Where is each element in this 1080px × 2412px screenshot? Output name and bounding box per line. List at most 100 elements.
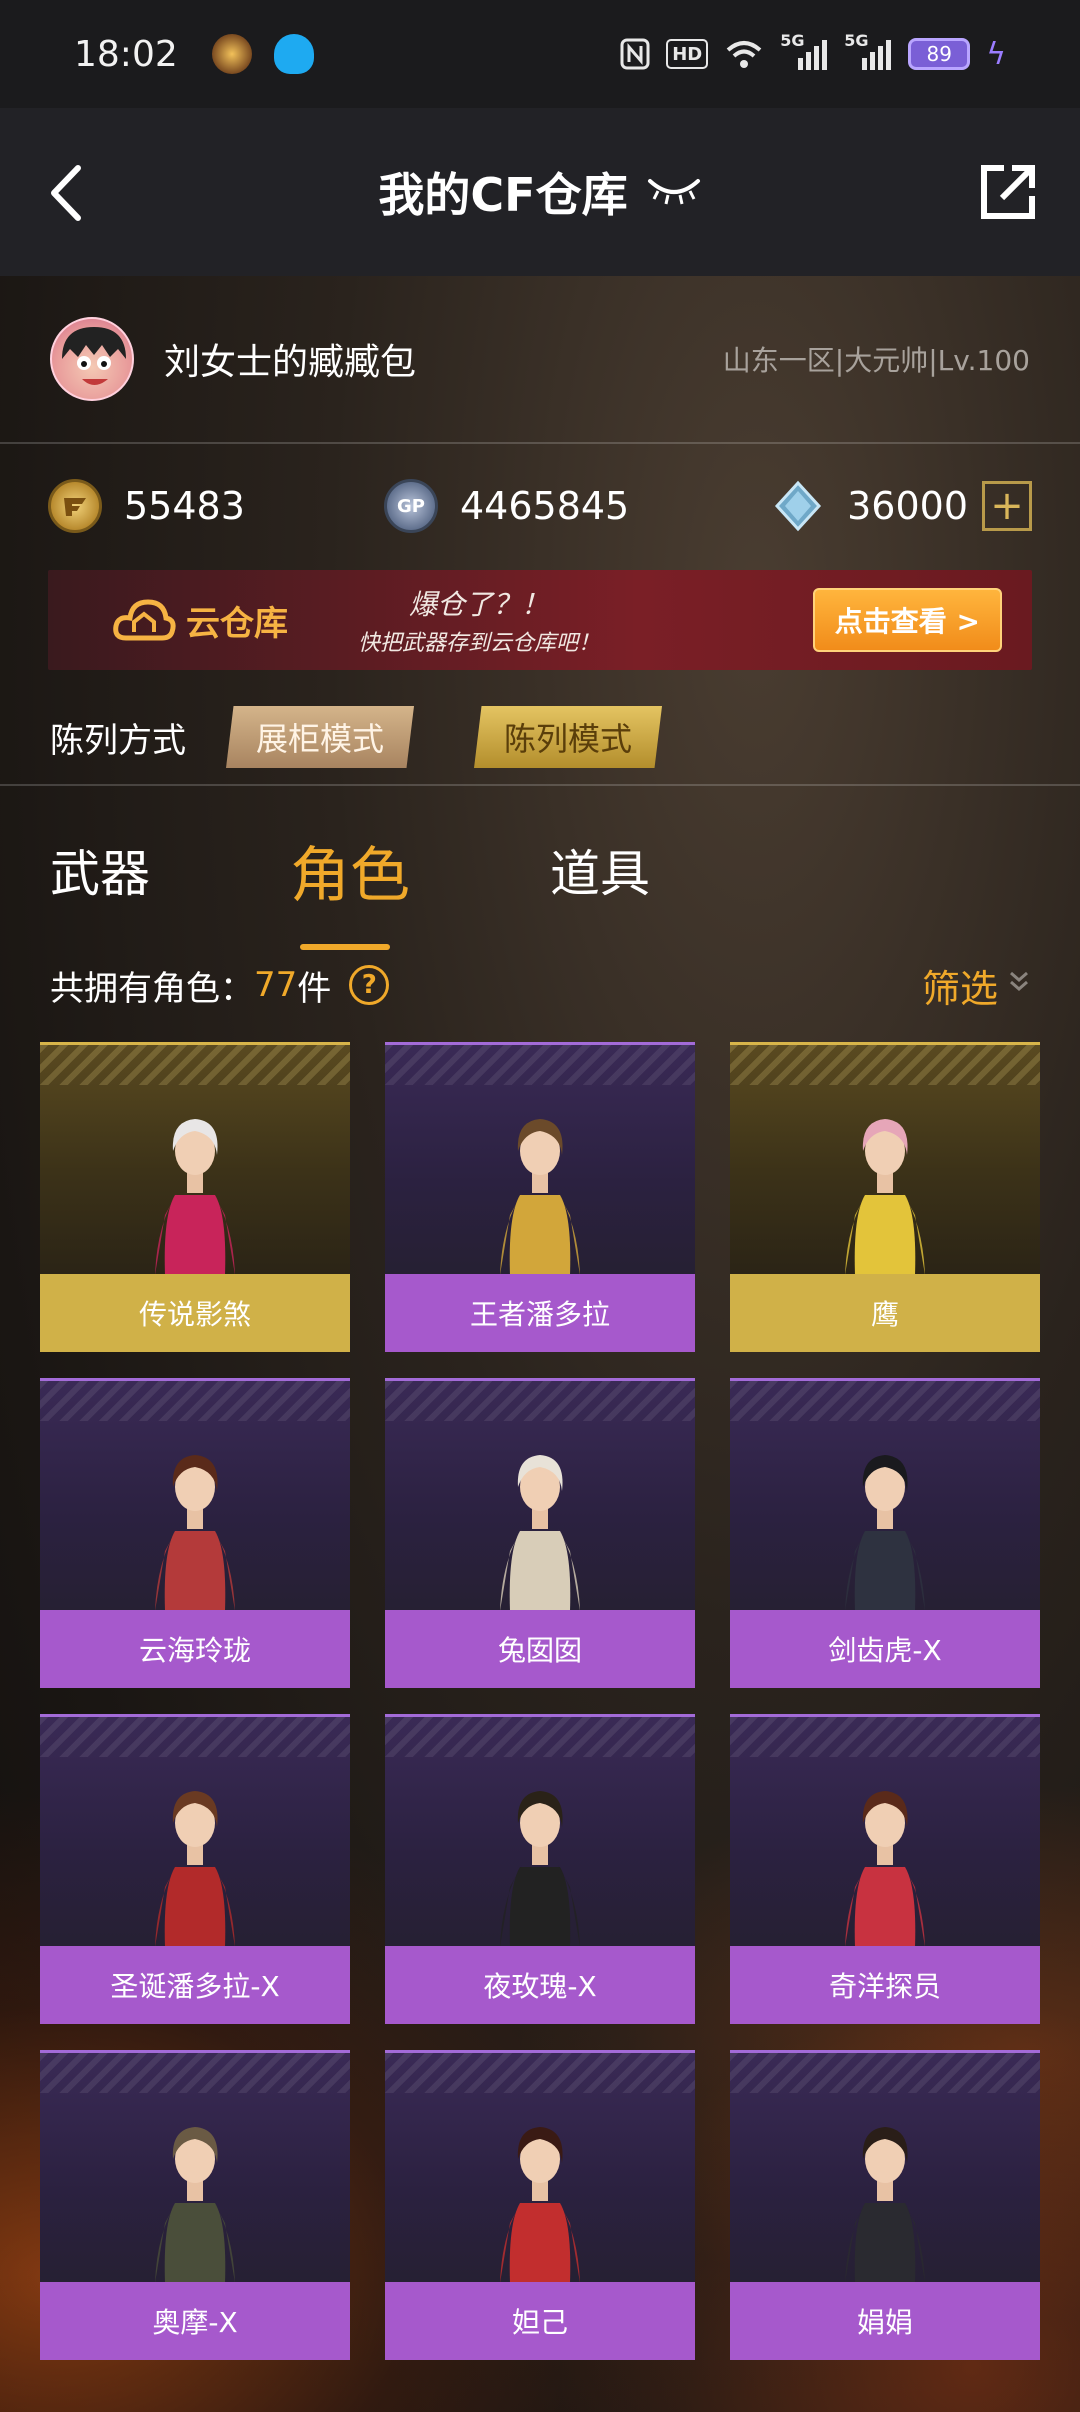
count-number: 77 [254, 965, 298, 1005]
network-type-1: 5G [780, 31, 805, 50]
cf-points: 55483 [48, 479, 384, 533]
tab-weapon[interactable]: 武器 [50, 834, 290, 906]
player-server-rank: 山东一区|大元帅|Lv.100 [722, 344, 1030, 377]
cloud-warehouse-banner[interactable]: 云仓库 爆仓了？！ 快把武器存到云仓库吧！ 点击查看 > [48, 570, 1032, 670]
character-figure-icon [155, 1791, 235, 1947]
hd-icon: HD [666, 39, 709, 69]
character-figure-icon [845, 1791, 925, 1947]
nfc-icon [620, 37, 650, 71]
display-mode-row: 陈列方式 展柜模式 陈列模式 [0, 690, 1080, 786]
role-name: 夜玫瑰-X [385, 1946, 695, 2024]
notification-icons [211, 34, 314, 74]
wifi-icon [724, 37, 764, 71]
count-unit: 件 [297, 968, 332, 1009]
add-diamond-button[interactable]: + [982, 481, 1032, 531]
role-portrait [40, 1042, 350, 1275]
role-name: 云海玲珑 [40, 1610, 350, 1688]
header: 我的CF仓库 [0, 108, 1080, 276]
role-portrait [385, 2050, 695, 2283]
character-figure-icon [845, 2127, 925, 2283]
role-name: 奇洋探员 [730, 1946, 1040, 2024]
role-portrait [730, 2050, 1040, 2283]
count-label: 共拥有角色： [50, 968, 254, 1009]
profile-row: 刘女士的臧臧包 山东一区|大元帅|Lv.100 [0, 276, 1080, 444]
tab-active-indicator [300, 943, 390, 950]
banner-line2: 快把武器存到云仓库吧！ [358, 631, 601, 656]
character-figure-icon [845, 1455, 925, 1611]
role-card[interactable]: 圣诞潘多拉-X [40, 1714, 350, 2024]
status-bar: 18:02 HD 5G 5G 89 ϟ [0, 0, 1080, 108]
gp-points-value: 4465845 [460, 484, 630, 528]
status-time: 18:02 [74, 33, 178, 75]
hide-eye-icon[interactable] [646, 173, 702, 211]
qq-icon [273, 34, 314, 74]
battery-indicator: 89 [908, 38, 971, 70]
role-card[interactable]: 奥摩-X [40, 2050, 350, 2360]
network-type-2: 5G [844, 31, 869, 50]
character-figure-icon [155, 1119, 235, 1275]
role-portrait [385, 1042, 695, 1275]
character-figure-icon [155, 1455, 235, 1611]
role-name: 奥摩-X [40, 2282, 350, 2360]
role-name: 传说影煞 [40, 1274, 350, 1352]
role-card[interactable]: 夜玫瑰-X [385, 1714, 695, 2024]
list-mode-button[interactable]: 陈列模式 [474, 706, 663, 768]
filter-button[interactable]: 筛选 [922, 958, 1030, 1013]
diamond-value: 36000 [847, 484, 968, 528]
player-name: 刘女士的臧臧包 [164, 342, 417, 383]
role-name: 鹰 [730, 1274, 1040, 1352]
role-portrait [730, 1378, 1040, 1611]
character-figure-icon [500, 1791, 580, 1947]
count-row: 共拥有角色： 77 件 ? 筛选 [0, 950, 1080, 1020]
avatar [50, 317, 134, 401]
character-figure-icon [155, 2127, 235, 2283]
diamond-points: 36000 + [771, 479, 1032, 533]
cloud-warehouse-title: 云仓库 [186, 603, 288, 644]
banner-line1: 爆仓了？！ [409, 588, 550, 621]
cf-coin-icon [48, 479, 102, 533]
filter-label: 筛选 [921, 966, 998, 1011]
category-tabs: 武器 角色 道具 [0, 800, 1080, 950]
help-icon[interactable]: ? [349, 965, 390, 1005]
role-card[interactable]: 奇洋探员 [730, 1714, 1040, 2024]
role-portrait [730, 1042, 1040, 1275]
role-portrait [40, 1714, 350, 1947]
charging-icon: ϟ [986, 36, 1006, 72]
game-app-icon [211, 34, 252, 74]
role-name: 兔囡囡 [385, 1610, 695, 1688]
role-card[interactable]: 剑齿虎-X [730, 1378, 1040, 1688]
role-card[interactable]: 传说影煞 [40, 1042, 350, 1352]
role-portrait [730, 1714, 1040, 1947]
back-button[interactable] [40, 158, 100, 228]
diamond-icon [771, 479, 825, 533]
role-portrait [40, 2050, 350, 2283]
tab-role[interactable]: 角色 [290, 827, 550, 950]
gp-coin-icon: GP [384, 479, 438, 533]
role-card[interactable]: 娟娟 [730, 2050, 1040, 2360]
signal-1-icon: 5G [780, 31, 828, 71]
tab-item[interactable]: 道具 [550, 834, 650, 906]
role-card[interactable]: 鹰 [730, 1042, 1040, 1352]
role-card[interactable]: 妲己 [385, 2050, 695, 2360]
role-name: 妲己 [385, 2282, 695, 2360]
role-card[interactable]: 王者潘多拉 [385, 1042, 695, 1352]
cloud-house-icon [113, 599, 176, 641]
character-figure-icon [845, 1119, 925, 1275]
role-grid: 传说影煞 王者潘多拉鹰云海玲珑 兔囡囡 剑齿虎-X 圣诞潘多拉-X 夜玫瑰-X 奇洋探员奥摩… [40, 1042, 1040, 2360]
character-figure-icon [500, 1119, 580, 1275]
role-name: 王者潘多拉 [385, 1274, 695, 1352]
view-cloud-button[interactable]: 点击查看 > [812, 588, 1002, 652]
chevron-left-icon [51, 165, 81, 221]
page-title: 我的CF仓库 [378, 168, 628, 222]
gp-points: GP 4465845 [384, 479, 768, 533]
role-name: 剑齿虎-X [730, 1610, 1040, 1688]
display-mode-label: 陈列方式 [50, 720, 186, 761]
role-portrait [385, 1378, 695, 1611]
double-chevron-down-icon [1008, 969, 1030, 1001]
role-name: 圣诞潘多拉-X [40, 1946, 350, 2024]
share-button[interactable] [976, 160, 1040, 224]
signal-2-icon: 5G [844, 31, 892, 71]
role-card[interactable]: 兔囡囡 [385, 1378, 695, 1688]
role-card[interactable]: 云海玲珑 [40, 1378, 350, 1688]
cabinet-mode-button[interactable]: 展柜模式 [226, 706, 415, 768]
